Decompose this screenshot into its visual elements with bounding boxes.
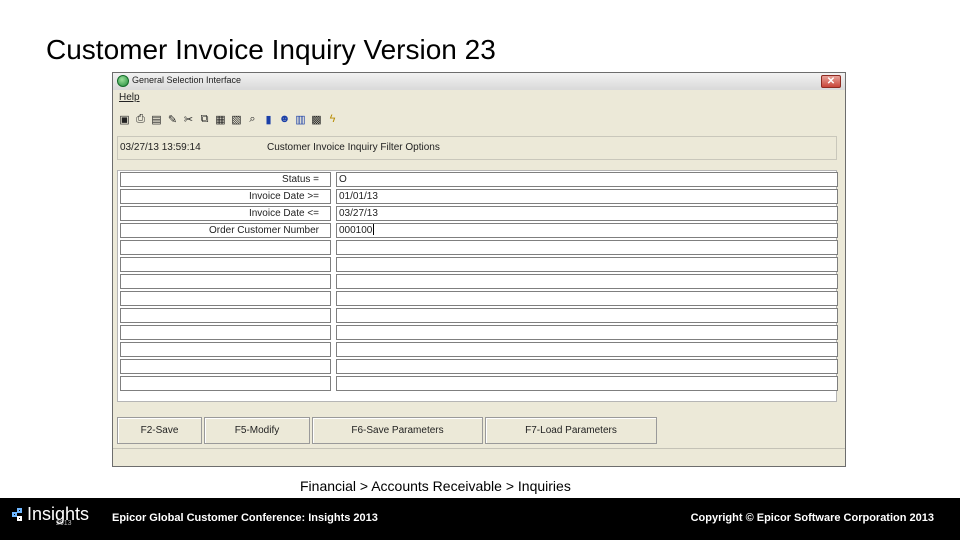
general-selection-window: General Selection Interface ✕ Help ▣ ⎙ ▤… [112, 72, 846, 467]
info-bar: 03/27/13 13:59:14 Customer Invoice Inqui… [117, 136, 837, 160]
f6-save-parameters-button[interactable]: F6-Save Parameters [312, 417, 483, 444]
clipboard-icon[interactable]: ▧ [229, 110, 244, 128]
conference-name: Epicor Global Customer Conference: Insig… [112, 512, 378, 524]
filter-row: Status = O [118, 171, 838, 188]
filter-options-title: Customer Invoice Inquiry Filter Options [267, 142, 440, 153]
filter-label: Status = [120, 172, 331, 187]
app-icon [117, 75, 129, 87]
print-icon[interactable]: ⎙ [133, 110, 148, 128]
filter-row [118, 341, 838, 358]
filter-grid: Status = O Invoice Date >= 01/01/13 Invo… [117, 170, 838, 402]
wizard-icon[interactable]: ϟ [325, 110, 340, 128]
menu-bar: Help [113, 90, 845, 106]
filter-value-field[interactable] [336, 325, 838, 340]
filter-value-field[interactable] [336, 240, 838, 255]
filter-row [118, 375, 838, 392]
paste-icon[interactable]: ▦ [213, 110, 228, 128]
insights-logo-icon [12, 508, 26, 522]
window-title: General Selection Interface [132, 75, 242, 85]
navigation-path-caption: Financial > Accounts Receivable > Inquir… [300, 478, 571, 494]
text-caret [373, 224, 375, 235]
book-icon[interactable]: ▮ [261, 110, 276, 128]
cut-icon[interactable]: ✂ [181, 110, 196, 128]
filter-value-field[interactable] [336, 257, 838, 272]
filter-label: Order Customer Number [120, 223, 331, 238]
save-icon[interactable]: ▣ [117, 110, 132, 128]
filter-label [120, 291, 331, 306]
filter-label [120, 342, 331, 357]
filter-label [120, 257, 331, 272]
filter-value-field[interactable] [336, 342, 838, 357]
slide-title: Customer Invoice Inquiry Version 23 [46, 34, 496, 65]
filter-value-field[interactable] [336, 308, 838, 323]
toolbar: ▣ ⎙ ▤ ✎ ✂ ⧉ ▦ ▧ ⌕ ▮ ☻ ▥ ▩ ϟ [117, 107, 340, 131]
slide-footer: Insights 2013 Epicor Global Customer Con… [0, 498, 960, 540]
filter-value-field[interactable] [336, 291, 838, 306]
filter-row [118, 358, 838, 375]
filter-row [118, 273, 838, 290]
filter-label [120, 274, 331, 289]
filter-label: Invoice Date >= [120, 189, 331, 204]
close-button[interactable]: ✕ [821, 75, 841, 88]
find-icon[interactable]: ⌕ [245, 110, 260, 128]
menu-help[interactable]: Help [119, 92, 140, 103]
filter-label [120, 325, 331, 340]
grid-icon[interactable]: ▩ [309, 110, 324, 128]
calculator-icon[interactable]: ▥ [293, 110, 308, 128]
filter-label [120, 240, 331, 255]
copy-icon[interactable]: ⧉ [197, 110, 212, 128]
status-strip [113, 448, 845, 466]
filter-value-field[interactable] [336, 359, 838, 374]
insights-logo-year: 2013 [56, 520, 72, 527]
insights-logo: Insights [12, 504, 89, 525]
title-bar[interactable]: General Selection Interface ✕ [113, 73, 845, 91]
filter-label [120, 359, 331, 374]
filter-value-field[interactable] [336, 376, 838, 391]
filter-value-field[interactable]: O [336, 172, 838, 187]
filter-label: Invoice Date <= [120, 206, 331, 221]
filter-row [118, 239, 838, 256]
copyright-notice: Copyright © Epicor Software Corporation … [690, 512, 934, 524]
filter-row [118, 290, 838, 307]
tools-icon[interactable]: ✎ [165, 110, 180, 128]
users-icon[interactable]: ☻ [277, 110, 292, 128]
filter-label [120, 376, 331, 391]
filter-row [118, 324, 838, 341]
filter-value-field[interactable] [336, 274, 838, 289]
f7-load-parameters-button[interactable]: F7-Load Parameters [485, 417, 657, 444]
filter-value-text: 000100 [339, 225, 373, 236]
filter-row: Invoice Date >= 01/01/13 [118, 188, 838, 205]
filter-row: Order Customer Number 000100 [118, 222, 838, 239]
filter-value-field[interactable]: 01/01/13 [336, 189, 838, 204]
f5-modify-button[interactable]: F5-Modify [204, 417, 310, 444]
filter-row [118, 307, 838, 324]
f2-save-button[interactable]: F2-Save [117, 417, 202, 444]
filter-label [120, 308, 331, 323]
print-preview-icon[interactable]: ▤ [149, 110, 164, 128]
filter-row: Invoice Date <= 03/27/13 [118, 205, 838, 222]
timestamp: 03/27/13 13:59:14 [120, 142, 201, 153]
filter-row [118, 256, 838, 273]
filter-value-field[interactable]: 03/27/13 [336, 206, 838, 221]
filter-value-field[interactable]: 000100 [336, 223, 838, 238]
